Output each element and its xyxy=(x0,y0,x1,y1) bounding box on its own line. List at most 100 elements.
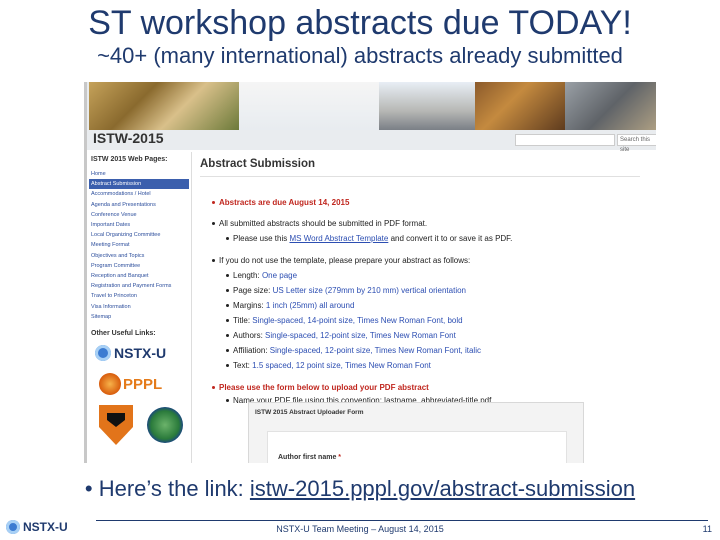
authors-value: Single-spaced, 12-point size, Times New … xyxy=(265,331,456,340)
bullet-icon xyxy=(226,334,229,338)
margins-label: Margins: xyxy=(233,301,264,310)
banner-photo xyxy=(475,82,565,130)
nav-item-objectives[interactable]: Objectives and Topics xyxy=(89,251,189,261)
abstract-submission-link[interactable]: istw-2015.pppl.gov/abstract-submission xyxy=(250,476,635,501)
nav-item-abstract-submission[interactable]: Abstract Submission xyxy=(89,179,189,190)
required-mark: * xyxy=(338,454,342,461)
upload-text: Please use the form below to upload your… xyxy=(219,383,429,392)
list-item: If you do not use the template, please p… xyxy=(212,256,470,266)
bullet-icon xyxy=(226,349,229,353)
site-name: ISTW-2015 xyxy=(93,130,164,146)
nav-item-sitemap[interactable]: Sitemap xyxy=(89,312,189,322)
nav-item-reception[interactable]: Reception and Banquet xyxy=(89,271,189,281)
form-body: Author first name * xyxy=(267,431,567,463)
margins-value: 1 inch (25mm) all around xyxy=(265,301,355,310)
list-item: Page size: US Letter size (279mm by 210 … xyxy=(226,286,466,296)
list-item: Please use this MS Word Abstract Templat… xyxy=(226,234,512,244)
length-value: One page xyxy=(261,271,298,280)
nav-item-agenda[interactable]: Agenda and Presentations xyxy=(89,200,189,210)
bullet-icon xyxy=(226,304,229,308)
nav-item-accommodations[interactable]: Accommodations / Hotel xyxy=(89,189,189,199)
banner-photo xyxy=(89,82,239,130)
nav-item-program-committee[interactable]: Program Committee xyxy=(89,261,189,271)
bullet-icon xyxy=(212,259,215,263)
list-item: Abstracts are due August 14, 2015 xyxy=(212,198,349,208)
nav-item-visa[interactable]: Visa Information xyxy=(89,302,189,312)
author-first-name-label: Author first name * xyxy=(278,454,341,461)
text-label: Text: xyxy=(233,361,250,370)
search-button[interactable]: Search this site xyxy=(617,134,656,153)
nav-item-venue[interactable]: Conference Venue xyxy=(89,210,189,220)
nav-item-meeting-format[interactable]: Meeting Format xyxy=(89,240,189,250)
site-sidebar: ISTW 2015 Web Pages: Home Abstract Submi… xyxy=(89,152,189,463)
list-item: All submitted abstracts should be submit… xyxy=(212,219,427,229)
pppl-logo-link[interactable]: PPPL xyxy=(99,373,189,396)
bullet-icon xyxy=(226,364,229,368)
footer-divider xyxy=(96,520,708,521)
list-item: Please use the form below to upload your… xyxy=(212,383,429,393)
pppl-logo-text: PPPL xyxy=(123,375,163,393)
nav-item-registration[interactable]: Registration and Payment Forms xyxy=(89,281,189,291)
banner-photo xyxy=(239,82,379,130)
field-label-text: Author first name xyxy=(278,454,337,461)
list-item: Authors: Single-spaced, 12-point size, T… xyxy=(226,331,456,341)
nav-item-travel[interactable]: Travel to Princeton xyxy=(89,291,189,301)
nstx-u-logo-icon xyxy=(95,345,111,362)
authors-label: Authors: xyxy=(233,331,263,340)
nstx-u-logo-text: NSTX-U xyxy=(114,345,167,362)
footer-text: NSTX-U Team Meeting – August 14, 2015 xyxy=(276,524,444,534)
search-input[interactable] xyxy=(515,134,615,146)
divider xyxy=(200,176,640,177)
pdf-text: All submitted abstracts should be submit… xyxy=(219,219,428,228)
slide-title: ST workshop abstracts due TODAY! xyxy=(88,4,632,42)
bullet-icon xyxy=(226,289,229,293)
title-value: Single-spaced, 14-point size, Times New … xyxy=(252,316,463,325)
page-value: US Letter size (279mm by 210 mm) vertica… xyxy=(272,286,466,295)
list-item: Title: Single-spaced, 14-point size, Tim… xyxy=(226,316,463,326)
form-title: ISTW 2015 Abstract Uploader Form xyxy=(255,409,364,416)
title-label: Title: xyxy=(233,316,251,325)
due-text: Abstracts are due August 14, 2015 xyxy=(219,198,350,207)
site-main-content: Abstract Submission Abstracts are due Au… xyxy=(191,152,656,463)
link-bullet: • Here’s the link: istw-2015.pppl.gov/ab… xyxy=(0,476,720,502)
template-link[interactable]: MS Word Abstract Template xyxy=(289,234,388,243)
other-links-heading: Other Useful Links: xyxy=(91,330,156,338)
list-item: Text: 1.5 spaced, 12 point size, Times N… xyxy=(226,361,431,371)
link-bullet-prefix: • Here’s the link: xyxy=(84,476,244,501)
nstx-u-logo-link[interactable]: NSTX-U xyxy=(95,345,189,362)
abstract-uploader-form: ISTW 2015 Abstract Uploader Form Author … xyxy=(248,402,584,463)
bullet-icon xyxy=(226,399,229,403)
bullet-icon xyxy=(212,386,215,390)
list-item: Margins: 1 inch (25mm) all around xyxy=(226,301,354,311)
nav-item-home[interactable]: Home xyxy=(89,169,189,179)
use-text: Please use this xyxy=(233,234,290,243)
page-number: 11 xyxy=(702,524,712,534)
text-value: 1.5 spaced, 12 point size, Times New Rom… xyxy=(252,361,431,370)
slide-subtitle: ~40+ (many international) abstracts alre… xyxy=(97,43,623,68)
nav-item-local-committee[interactable]: Local Organizing Committee xyxy=(89,230,189,240)
pppl-logo-icon xyxy=(99,373,121,396)
length-label: Length: xyxy=(233,271,260,280)
doe-seal-icon[interactable] xyxy=(147,407,183,444)
nav-heading: ISTW 2015 Web Pages: xyxy=(91,156,168,163)
page-label: Page size: xyxy=(233,286,271,295)
list-item: Length: One page xyxy=(226,271,297,281)
affiliation-label: Affiliation: xyxy=(233,346,268,355)
page-title: Abstract Submission xyxy=(200,158,316,170)
bullet-icon xyxy=(226,237,229,241)
bullet-icon xyxy=(226,274,229,278)
banner-photo xyxy=(379,82,475,130)
slide-footer: NSTX-U NSTX-U Team Meeting – August 14, … xyxy=(0,516,720,540)
list-item: Affiliation: Single-spaced, 12-point siz… xyxy=(226,346,481,356)
site-banner: ISTW-2015 Search this site xyxy=(87,82,656,153)
bullet-icon xyxy=(212,201,215,205)
nav-item-dates[interactable]: Important Dates xyxy=(89,220,189,230)
bullet-icon xyxy=(212,222,215,226)
bullet-icon xyxy=(226,319,229,323)
notemplate-text: If you do not use the template, please p… xyxy=(219,256,471,265)
website-screenshot: ISTW-2015 Search this site ISTW 2015 Web… xyxy=(84,82,656,463)
use-suffix-text: and convert it to or save it as PDF. xyxy=(388,234,513,243)
princeton-shield-icon[interactable] xyxy=(99,405,133,446)
affiliation-value: Single-spaced, 12-point size, Times New … xyxy=(269,346,481,355)
banner-photo xyxy=(565,82,656,130)
